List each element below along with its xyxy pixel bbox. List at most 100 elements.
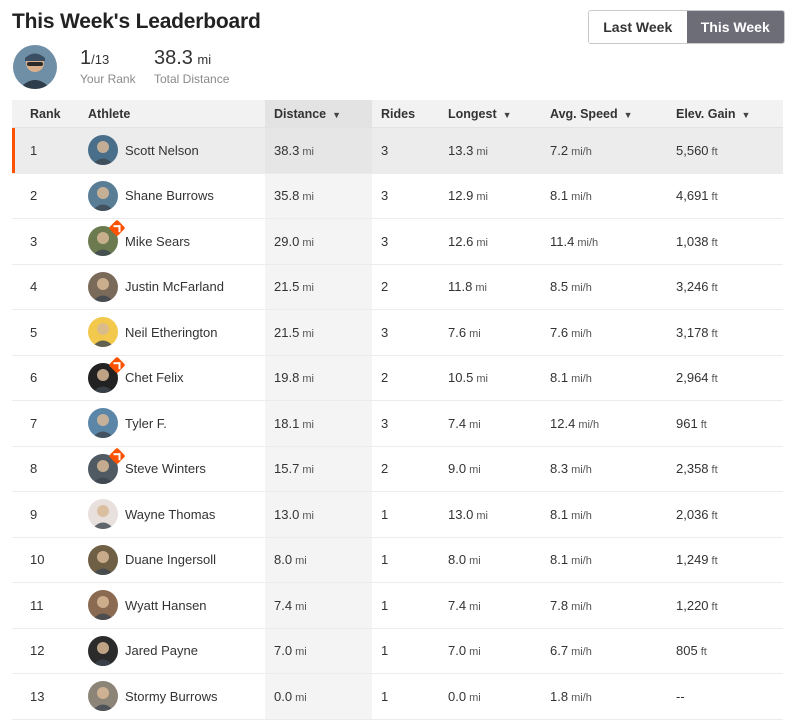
athlete-name-link[interactable]: Stormy Burrows [125,689,217,704]
column-longest[interactable]: Longest ▼ [439,100,541,128]
athlete-name-link[interactable]: Wyatt Hansen [125,598,207,613]
rides-cell: 3 [372,127,439,174]
athlete-avatar[interactable] [88,635,118,666]
avg-speed-cell: 8.1 mi/h [541,355,667,401]
longest-cell: 10.5 mi [439,355,541,401]
table-row[interactable]: 10 Duane Ingersoll 8.0 mi 1 8.0 mi 8.1 mi/h 1,249… [12,537,783,583]
caret-down-icon: ▼ [623,109,633,120]
athlete-cell[interactable]: Tyler F. [79,400,265,447]
athlete-name-link[interactable]: Chet Felix [125,370,184,385]
your-rank-stat: 1/13 Your Rank [80,46,136,86]
distance-cell: 13.0 mi [265,491,372,538]
athlete-cell[interactable]: Jared Payne [79,628,265,674]
distance-cell: 15.7 mi [265,446,372,492]
table-row[interactable]: 8 Steve Winters 15.7 mi 2 9.0 mi 8.3 mi/h 2,358 ft [12,446,783,492]
athlete-name-link[interactable]: Mike Sears [125,234,190,249]
rank-cell: 5 [12,309,79,356]
distance-cell: 19.8 mi [265,355,372,401]
elev-gain-cell: 4,691 ft [667,173,783,219]
elev-gain-cell: 2,358 ft [667,446,783,492]
elev-gain-cell: 1,249 ft [667,537,783,583]
athlete-cell[interactable]: Shane Burrows [79,173,265,219]
avg-speed-cell: 8.5 mi/h [541,264,667,310]
column-elev-gain[interactable]: Elev. Gain ▼ [667,100,783,128]
avg-speed-cell: 6.7 mi/h [541,628,667,674]
avg-speed-cell: 7.8 mi/h [541,582,667,629]
rides-cell: 3 [372,400,439,447]
column-avg-speed[interactable]: Avg. Speed ▼ [541,100,667,128]
rides-cell: 3 [372,173,439,219]
athlete-name-link[interactable]: Duane Ingersoll [125,552,216,567]
table-row[interactable]: 1 Scott Nelson 38.3 mi 3 13.3 mi 7.2 mi/h 5,560 ft [12,127,783,174]
longest-cell: 11.8 mi [439,264,541,310]
column-athlete: Athlete [79,100,265,128]
athlete-avatar[interactable] [88,499,118,530]
longest-cell: 0.0 mi [439,673,541,720]
athlete-avatar[interactable] [88,447,126,484]
this-week-button[interactable]: This Week [686,11,784,43]
athlete-name-link[interactable]: Jared Payne [125,643,198,658]
elev-gain-cell: 805 ft [667,628,783,674]
athlete-name-link[interactable]: Tyler F. [125,416,167,431]
athlete-cell[interactable]: Wayne Thomas [79,491,265,538]
athlete-avatar[interactable] [88,271,118,302]
table-row[interactable]: 2 Shane Burrows 35.8 mi 3 12.9 mi 8.1 mi/h 4,691 f… [12,173,783,219]
leaderboard-table: Rank Athlete Distance ▼ Rides Longest ▼ Av… [12,100,783,720]
athlete-name-link[interactable]: Shane Burrows [125,188,214,203]
rides-cell: 3 [372,218,439,265]
avg-speed-cell: 12.4 mi/h [541,400,667,447]
athlete-avatar[interactable] [88,180,118,211]
athlete-avatar[interactable] [88,408,118,439]
table-row[interactable]: 6 Chet Felix 19.8 mi 2 10.5 mi 8.1 mi/h 2,964 ft [12,355,783,401]
athlete-cell[interactable]: Steve Winters [79,446,265,492]
athlete-cell[interactable]: Duane Ingersoll [79,537,265,583]
distance-label: Total Distance [154,72,230,86]
athlete-cell[interactable]: Scott Nelson [79,127,265,174]
athlete-avatar[interactable] [88,681,118,712]
column-rides: Rides [372,100,439,128]
longest-cell: 7.4 mi [439,400,541,447]
elev-gain-cell: 961 ft [667,400,783,447]
athlete-cell[interactable]: Stormy Burrows [79,673,265,720]
week-toggle: Last Week This Week [588,10,785,44]
athlete-cell[interactable]: Neil Etherington [79,309,265,356]
athlete-name-link[interactable]: Steve Winters [125,461,206,476]
athlete-cell[interactable]: Justin McFarland [79,264,265,310]
longest-cell: 8.0 mi [439,537,541,583]
athlete-cell[interactable]: Chet Felix [79,355,265,401]
table-row[interactable]: 11 Wyatt Hansen 7.4 mi 1 7.4 mi 7.8 mi/h 1,220 ft [12,582,783,629]
athlete-avatar[interactable] [88,356,126,393]
table-row[interactable]: 5 Neil Etherington 21.5 mi 3 7.6 mi 7.6 mi/h 3,17… [12,309,783,356]
athlete-name-link[interactable]: Wayne Thomas [125,507,215,522]
avg-speed-cell: 8.1 mi/h [541,173,667,219]
table-row[interactable]: 12 Jared Payne 7.0 mi 1 7.0 mi 6.7 mi/h 805 ft [12,628,783,674]
distance-cell: 7.4 mi [265,582,372,629]
athlete-cell[interactable]: Mike Sears [79,218,265,265]
athlete-avatar[interactable] [88,590,118,621]
my-avatar[interactable] [13,45,57,89]
table-row[interactable]: 4 Justin McFarland 21.5 mi 2 11.8 mi 8.5 mi/h 3,2… [12,264,783,310]
table-row[interactable]: 7 Tyler F. 18.1 mi 3 7.4 mi 12.4 mi/h 961 ft [12,400,783,447]
athlete-name-link[interactable]: Neil Etherington [125,325,218,340]
athlete-avatar[interactable] [88,219,126,257]
athlete-cell[interactable]: Wyatt Hansen [79,582,265,629]
athlete-avatar[interactable] [88,544,118,575]
leaderboard-rows: 1 Scott Nelson 38.3 mi 3 13.3 mi 7.2 mi/h 5,560 ft… [12,127,783,720]
table-row[interactable]: 3 Mike Sears 29.0 mi 3 12.6 mi 11.4 mi/h 1,038 ft [12,218,783,265]
column-distance[interactable]: Distance ▼ [265,100,372,128]
table-row[interactable]: 13 Stormy Burrows 0.0 mi 1 0.0 mi 1.8 mi/h -- [12,673,783,720]
athlete-avatar[interactable] [88,135,118,166]
athlete-name-link[interactable]: Scott Nelson [125,143,199,158]
rank-cell: 12 [12,628,79,674]
rides-cell: 1 [372,491,439,538]
longest-cell: 7.4 mi [439,582,541,629]
athlete-avatar[interactable] [88,317,118,348]
last-week-button[interactable]: Last Week [589,11,687,43]
distance-cell: 35.8 mi [265,173,372,219]
table-row[interactable]: 9 Wayne Thomas 13.0 mi 1 13.0 mi 8.1 mi/h 2,036 ft [12,491,783,538]
athlete-name-link[interactable]: Justin McFarland [125,279,224,294]
page-title: This Week's Leaderboard [12,10,261,33]
avg-speed-cell: 11.4 mi/h [541,218,667,265]
elev-gain-cell: 1,220 ft [667,582,783,629]
rank-cell: 10 [12,537,79,583]
